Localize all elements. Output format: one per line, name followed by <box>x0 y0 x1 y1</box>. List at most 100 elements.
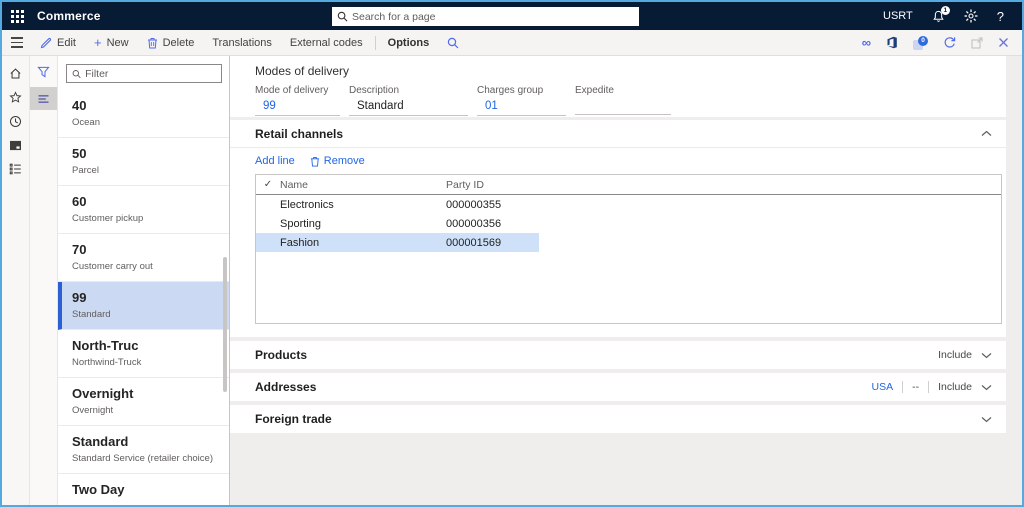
cell-name: Sporting <box>280 217 321 230</box>
delete-button[interactable]: Delete <box>138 30 204 55</box>
mode-of-delivery-value[interactable]: 99 <box>255 99 340 116</box>
favorites-nav-button[interactable] <box>8 89 24 105</box>
list-item-description: Parcel <box>72 165 99 176</box>
new-button[interactable]: + New <box>85 30 138 55</box>
add-line-label: Add line <box>255 155 295 167</box>
open-in-new-window-button[interactable] <box>971 36 983 49</box>
close-button[interactable] <box>998 37 1009 48</box>
list-item-description: Standard <box>72 309 111 320</box>
filter-rail <box>30 56 58 505</box>
nav-menu-toggle-icon[interactable] <box>2 37 31 48</box>
add-line-button[interactable]: Add line <box>255 155 295 167</box>
addresses-section-header[interactable]: Addresses USA -- Include <box>230 373 1006 401</box>
delete-label: Delete <box>162 36 195 49</box>
toolbar-divider <box>374 35 376 50</box>
chevron-down-icon <box>981 416 992 423</box>
section-title: Products <box>255 348 308 362</box>
power-apps-badge: 0 <box>918 35 928 46</box>
country-link[interactable]: USA <box>872 381 894 393</box>
list-item[interactable]: Standard Standard Service (retailer choi… <box>58 426 229 474</box>
notifications-button[interactable]: 1 <box>932 5 950 23</box>
checkmark-icon[interactable]: ✓ <box>256 179 280 190</box>
retail-channels-header[interactable]: Retail channels <box>230 120 1006 148</box>
filter-pane-button[interactable] <box>36 64 52 80</box>
search-icon <box>448 37 459 48</box>
topbar-right: USRT 1 ? <box>883 5 1022 24</box>
actionbar-search-button[interactable] <box>438 30 468 55</box>
list-item-name: North-Truc <box>72 338 139 353</box>
external-codes-label: External codes <box>289 36 363 49</box>
home-nav-button[interactable] <box>8 65 24 81</box>
link-icon[interactable]: ∞ <box>862 36 871 49</box>
section-title: Addresses <box>255 380 317 394</box>
list-item[interactable]: North-Truc Northwind-Truck <box>58 330 229 378</box>
products-section-header[interactable]: Products Include <box>230 341 1006 369</box>
grid-header-row: ✓ Name Party ID <box>256 175 1001 195</box>
charges-group-value[interactable]: 01 <box>477 99 566 116</box>
list-view-button[interactable] <box>30 87 57 110</box>
pencil-icon <box>40 37 52 48</box>
field-mode-of-delivery: Mode of delivery 99 <box>255 85 340 116</box>
table-row-selected[interactable]: Fashion 000001569 <box>256 233 539 252</box>
list-item-description: Overnight <box>72 405 114 416</box>
table-row[interactable]: Electronics 000000355 <box>256 195 1001 214</box>
app-window: Commerce USRT 1 ? Edit + New <box>0 0 1024 507</box>
power-apps-icon[interactable]: 0 <box>913 35 928 50</box>
modules-nav-button[interactable] <box>8 161 24 177</box>
foreign-trade-section-header[interactable]: Foreign trade <box>230 405 1006 433</box>
list-scrollbar[interactable] <box>223 257 227 392</box>
list-item[interactable]: Overnight Overnight <box>58 378 229 426</box>
table-row[interactable]: Sporting 000000356 <box>256 214 1001 233</box>
office-icon[interactable] <box>886 36 898 49</box>
section-title: Foreign trade <box>255 412 332 426</box>
modules-list-icon <box>9 163 21 175</box>
search-icon <box>72 69 81 78</box>
list-item-name: Overnight <box>72 386 134 401</box>
user-account-button[interactable]: USRT <box>883 10 913 22</box>
app-launcher-icon[interactable] <box>11 9 24 23</box>
new-label: New <box>106 36 129 49</box>
list-item[interactable]: 40 Ocean <box>58 90 229 138</box>
translations-button[interactable]: Translations <box>203 30 281 55</box>
include-value: Include <box>938 349 972 361</box>
list-filter-box[interactable] <box>66 64 222 83</box>
record-list: 40 Ocean 50 Parcel 60 Customer pickup 70… <box>58 90 229 505</box>
workspaces-nav-button[interactable] <box>8 137 24 153</box>
top-navbar: Commerce USRT 1 ? <box>2 2 1022 30</box>
star-icon <box>9 90 22 103</box>
recent-nav-button[interactable] <box>8 113 24 129</box>
list-item-name: 40 <box>72 98 87 113</box>
chevron-down-icon <box>981 384 992 391</box>
list-item[interactable]: 50 Parcel <box>58 138 229 186</box>
cell-name: Fashion <box>280 236 320 249</box>
column-header-name[interactable]: Name <box>280 179 446 191</box>
options-menu-button[interactable]: Options <box>379 30 439 55</box>
translations-label: Translations <box>212 36 272 49</box>
chevron-down-icon <box>981 352 992 359</box>
main-detail-area: Modes of delivery Mode of delivery 99 De… <box>230 56 1022 505</box>
addresses-summary: USA -- Include <box>872 381 992 393</box>
edit-button[interactable]: Edit <box>31 30 85 55</box>
refresh-button[interactable] <box>943 36 956 49</box>
field-label: Charges group <box>477 85 544 96</box>
list-filter-input[interactable] <box>85 67 216 80</box>
expedite-value[interactable] <box>575 99 671 115</box>
actionbar-right-icons: ∞ 0 <box>862 35 1022 50</box>
help-button[interactable]: ? <box>997 9 1004 24</box>
new-window-icon <box>971 36 983 49</box>
description-value[interactable]: Standard <box>349 99 468 116</box>
settings-button[interactable] <box>964 9 978 23</box>
list-item[interactable]: 70 Customer carry out <box>58 234 229 282</box>
list-item-description: Northwind-Truck <box>72 357 142 368</box>
list-item-selected[interactable]: 99 Standard <box>58 282 229 330</box>
page-search-box[interactable] <box>332 7 639 26</box>
retail-channels-grid: ✓ Name Party ID Electronics 000000355 Sp… <box>255 174 1002 324</box>
column-header-party-id[interactable]: Party ID <box>446 179 539 191</box>
grid-toolbar: Add line Remove <box>230 148 1006 174</box>
cell-party-id: 000001569 <box>446 236 502 249</box>
remove-button[interactable]: Remove <box>310 155 365 167</box>
page-search-input[interactable] <box>352 10 634 23</box>
list-item[interactable]: Two Day <box>58 474 229 505</box>
list-item[interactable]: 60 Customer pickup <box>58 186 229 234</box>
external-codes-button[interactable]: External codes <box>281 30 372 55</box>
